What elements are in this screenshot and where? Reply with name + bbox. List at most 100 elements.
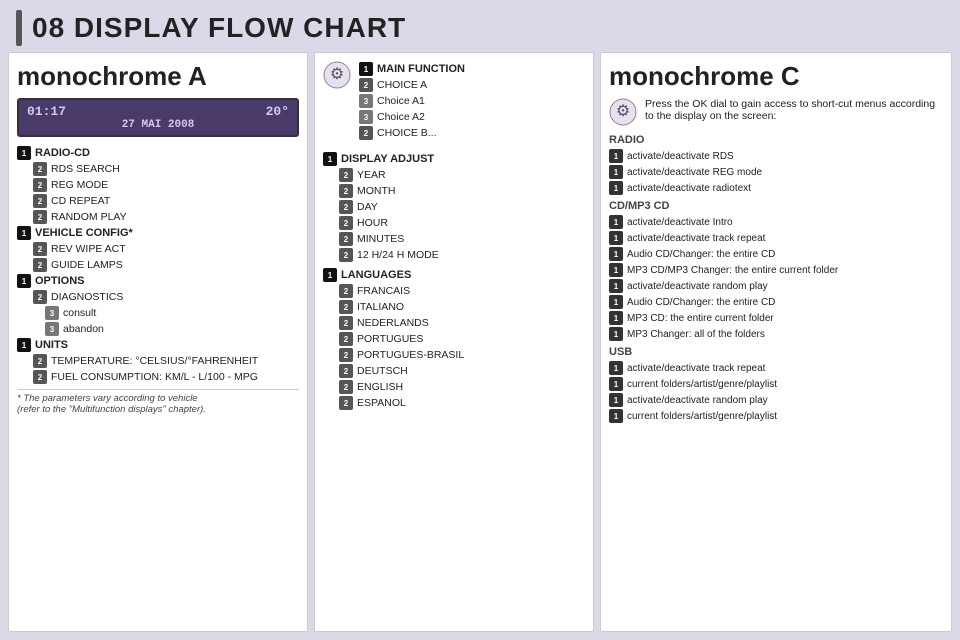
main-function-list: 1MAIN FUNCTION2CHOICE A3Choice A13Choice… xyxy=(359,61,465,141)
center-section-item: 2 ITALIANO xyxy=(323,299,585,315)
left-menu-item: 2FUEL CONSUMPTION: KM/L - L/100 - MPG xyxy=(17,369,299,385)
left-menu-item: 3 consult xyxy=(17,305,299,321)
menu-badge: 2 xyxy=(33,178,47,192)
center-section-item: 2HOUR xyxy=(323,215,585,231)
item-badge: 2 xyxy=(339,200,353,214)
right-intro-text: Press the OK dial to gain access to shor… xyxy=(645,98,943,122)
item-label: ENGLISH xyxy=(357,381,403,393)
menu-item-label: VEHICLE CONFIG* xyxy=(35,227,133,239)
left-menu-item: 2RDS SEARCH xyxy=(17,161,299,177)
main-func-label: Choice A2 xyxy=(377,111,425,123)
menu-item-label: REG MODE xyxy=(51,179,108,191)
right-section-item: 1activate/deactivate track repeat xyxy=(609,230,943,246)
item-label: HOUR xyxy=(357,217,388,229)
item-badge: 2 xyxy=(339,396,353,410)
item-label: ITALIANO xyxy=(357,301,404,313)
gear-icon: ⚙ xyxy=(323,61,351,89)
right-item-label: MP3 CD/MP3 Changer: the entire current f… xyxy=(627,265,838,276)
item-label: DAY xyxy=(357,201,378,213)
main-func-badge: 3 xyxy=(359,110,373,124)
item-badge: 2 xyxy=(339,380,353,394)
right-section-item: 1 MP3 CD/MP3 Changer: the entire current … xyxy=(609,262,943,278)
right-item-badge: 1 xyxy=(609,327,623,341)
item-label: PORTUGUES xyxy=(357,333,423,345)
item-label: MINUTES xyxy=(357,233,404,245)
menu-item-label: UNITS xyxy=(35,339,68,351)
right-item-badge: 1 xyxy=(609,165,623,179)
menu-badge: 1 xyxy=(17,274,31,288)
right-section-title: USB xyxy=(609,346,943,358)
right-section-item: 1 activate/deactivate radiotext xyxy=(609,180,943,196)
right-item-label: current folders/artist/genre/playlist xyxy=(627,379,777,390)
section-label: LANGUAGES xyxy=(341,269,411,281)
menu-item-label: GUIDE LAMPS xyxy=(51,259,123,271)
right-section: RADIO1activate/deactivate RDS1activate/d… xyxy=(609,134,943,196)
right-item-badge: 1 xyxy=(609,377,623,391)
main-content: monochrome A 01:17 20° 27 MAI 2008 1RADI… xyxy=(0,52,960,636)
lcd-temp: 20° xyxy=(266,104,289,119)
page-header: 08 DISPLAY FLOW CHART xyxy=(0,0,960,52)
center-section-item: 212 H/24 H MODE xyxy=(323,247,585,263)
left-menu-item: 2REV WIPE ACT xyxy=(17,241,299,257)
right-section-item: 1current folders/artist/genre/playlist xyxy=(609,408,943,424)
item-badge: 2 xyxy=(339,300,353,314)
right-item-label: activate/deactivate radiotext xyxy=(627,183,751,194)
svg-text:⚙: ⚙ xyxy=(616,103,630,120)
right-section: USB1activate/deactivate track repeat1cur… xyxy=(609,346,943,424)
menu-item-label: REV WIPE ACT xyxy=(51,243,126,255)
main-func-label: CHOICE B... xyxy=(377,127,437,139)
menu-badge: 3 xyxy=(45,322,59,336)
menu-item-label: DIAGNOSTICS xyxy=(51,291,123,303)
section-badge: 1 xyxy=(323,152,337,166)
menu-item-label: OPTIONS xyxy=(35,275,85,287)
menu-item-label: consult xyxy=(63,307,96,319)
right-item-badge: 1 xyxy=(609,247,623,261)
main-func-item: 2CHOICE A xyxy=(359,77,465,93)
right-item-label: Audio CD/Changer: the entire CD xyxy=(627,249,775,260)
center-section-item: 2NEDERLANDS xyxy=(323,315,585,331)
right-item-label: MP3 CD: the entire current folder xyxy=(627,313,774,324)
right-section-item: 1activate/deactivate Intro xyxy=(609,214,943,230)
left-menu-item: 1RADIO-CD xyxy=(17,145,299,161)
left-menu: 1RADIO-CD2RDS SEARCH2REG MODE2CD REPEAT2… xyxy=(17,145,299,385)
panel-center: ⚙ 1MAIN FUNCTION2CHOICE A3Choice A13Choi… xyxy=(314,52,594,632)
main-func-item: 3Choice A1 xyxy=(359,93,465,109)
item-badge: 2 xyxy=(339,232,353,246)
footnote-line2: (refer to the "Multifunction displays" c… xyxy=(17,404,299,415)
right-item-label: activate/deactivate RDS xyxy=(627,151,734,162)
menu-badge: 3 xyxy=(45,306,59,320)
right-item-badge: 1 xyxy=(609,181,623,195)
item-label: 12 H/24 H MODE xyxy=(357,249,439,261)
right-section-title: CD/MP3 CD xyxy=(609,200,943,212)
right-item-badge: 1 xyxy=(609,149,623,163)
main-func-badge: 3 xyxy=(359,94,373,108)
right-item-label: current folders/artist/genre/playlist xyxy=(627,411,777,422)
gear-icon-right: ⚙ xyxy=(609,98,637,126)
right-section-item: 1MP3 CD: the entire current folder xyxy=(609,310,943,326)
main-func-label: CHOICE A xyxy=(377,79,427,91)
right-section-item: 1 Audio CD/Changer: the entire CD xyxy=(609,246,943,262)
right-section-item: 1 activate/deactivate RDS xyxy=(609,148,943,164)
item-label: NEDERLANDS xyxy=(357,317,429,329)
right-item-badge: 1 xyxy=(609,263,623,277)
menu-item-label: abandon xyxy=(63,323,104,335)
item-label: YEAR xyxy=(357,169,386,181)
item-label: PORTUGUES-BRASIL xyxy=(357,349,464,361)
right-item-label: activate/deactivate track repeat xyxy=(627,233,765,244)
footnote-line1: * The parameters vary according to vehic… xyxy=(17,393,299,404)
center-section-item: 2MONTH xyxy=(323,183,585,199)
right-item-label: activate/deactivate Intro xyxy=(627,217,733,228)
header-bar-decoration xyxy=(16,10,22,46)
left-menu-item: 2RANDOM PLAY xyxy=(17,209,299,225)
left-menu-item: 1 OPTIONS xyxy=(17,273,299,289)
menu-badge: 2 xyxy=(33,194,47,208)
menu-badge: 2 xyxy=(33,258,47,272)
main-func-badge: 1 xyxy=(359,62,373,76)
menu-badge: 1 xyxy=(17,226,31,240)
center-section-item: 2DEUTSCH xyxy=(323,363,585,379)
menu-badge: 2 xyxy=(33,210,47,224)
right-section-item: 1activate/deactivate REG mode xyxy=(609,164,943,180)
center-section-item: 2PORTUGUES-BRASIL xyxy=(323,347,585,363)
menu-badge: 1 xyxy=(17,146,31,160)
center-section-title: 1LANGUAGES xyxy=(323,267,585,283)
